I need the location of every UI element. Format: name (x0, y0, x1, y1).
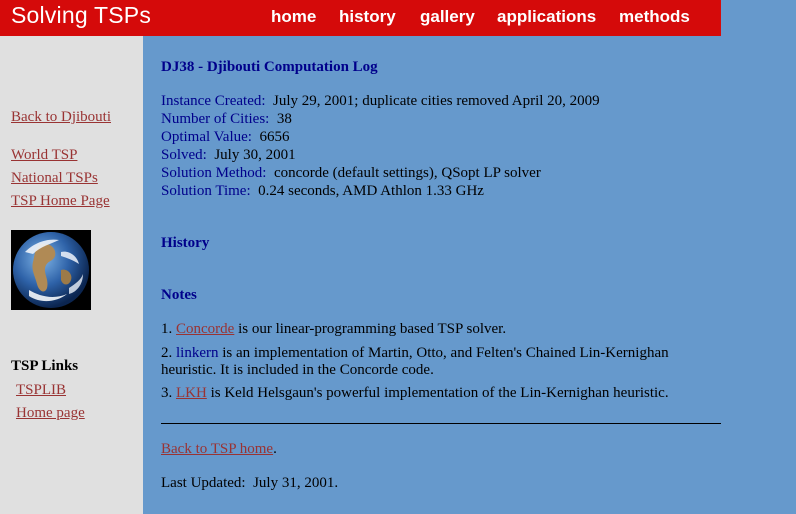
fact-value: concorde (default settings), QSopt LP so… (273, 165, 541, 181)
note-number: 3. (161, 385, 173, 401)
fact-label: Solved: (161, 147, 207, 163)
home-page-link[interactable]: Home page (16, 405, 85, 422)
tsp-home-page-link[interactable]: TSP Home Page (11, 193, 110, 210)
back-to-djibouti-link[interactable]: Back to Djibouti (11, 109, 111, 126)
earth-globe-image (11, 230, 91, 310)
back-home-line: Back to TSP home. (161, 441, 277, 458)
fact-label: Number of Cities: (161, 111, 270, 127)
note-text: is our linear-programming based TSP solv… (238, 321, 507, 337)
note-text: is Keld Helsgaun's powerful implementati… (210, 385, 669, 401)
back-home-suffix: . (273, 441, 277, 457)
history-heading: History (161, 235, 210, 251)
nav-gallery[interactable]: gallery (420, 7, 475, 27)
note-item-lkh: 3. LKH is Keld Helsgaun's powerful imple… (161, 385, 669, 402)
fact-value: 0.24 seconds, AMD Athlon 1.33 GHz (258, 183, 484, 199)
note-item-concorde: 1. Concorde is our linear-programming ba… (161, 321, 506, 338)
fact-row-solution-method: Solution Method: concorde (default setti… (161, 165, 541, 182)
note-text: is an implementation of Martin, Otto, an… (222, 345, 669, 361)
fact-value: 6656 (259, 129, 290, 145)
nav-applications[interactable]: applications (497, 7, 596, 27)
nav-methods[interactable]: methods (619, 7, 690, 27)
notes-heading: Notes (161, 287, 197, 303)
fact-label: Solution Time: (161, 183, 251, 199)
concorde-link[interactable]: Concorde (176, 321, 234, 337)
fact-row-solution-time: Solution Time: 0.24 seconds, AMD Athlon … (161, 183, 484, 200)
last-updated-value: July 31, 2001. (253, 475, 339, 491)
last-updated: Last Updated: July 31, 2001. (161, 475, 338, 492)
nav-home[interactable]: home (271, 7, 316, 27)
header-filler (721, 0, 796, 36)
note-number: 2. (161, 345, 173, 361)
last-updated-label: Last Updated: (161, 475, 246, 491)
fact-row-optimal-value: Optimal Value: 6656 (161, 129, 289, 146)
back-to-tsp-home-link[interactable]: Back to TSP home (161, 441, 273, 457)
fact-row-solved: Solved: July 30, 2001 (161, 147, 296, 164)
fact-value: 38 (276, 111, 292, 127)
fact-value: July 30, 2001 (214, 147, 296, 163)
site-title[interactable]: Solving TSPs (11, 2, 151, 29)
linkern-link[interactable]: linkern (176, 345, 219, 361)
fact-label: Optimal Value: (161, 129, 252, 145)
fact-value: July 29, 2001; duplicate cities removed … (273, 93, 600, 109)
horizontal-divider (161, 423, 721, 424)
note-item-linkern: 2. linkern is an implementation of Marti… (161, 345, 669, 362)
nav-history[interactable]: history (339, 7, 396, 27)
fact-label: Instance Created: (161, 93, 266, 109)
note-number: 1. (161, 321, 173, 337)
national-tsps-link[interactable]: National TSPs (11, 170, 98, 187)
fact-row-instance-created: Instance Created: July 29, 2001; duplica… (161, 93, 600, 110)
tsplib-link[interactable]: TSPLIB (16, 382, 66, 399)
world-tsp-link[interactable]: World TSP (11, 147, 77, 164)
site-header: Solving TSPs home history gallery applic… (0, 0, 721, 36)
fact-row-number-of-cities: Number of Cities: 38 (161, 111, 292, 128)
tsp-links-heading: TSP Links (11, 358, 79, 374)
note-text-continued: heuristic. It is included in the Concord… (161, 362, 434, 378)
fact-label: Solution Method: (161, 165, 267, 181)
page-title: DJ38 - Djibouti Computation Log (161, 59, 378, 75)
lkh-link[interactable]: LKH (176, 385, 207, 401)
